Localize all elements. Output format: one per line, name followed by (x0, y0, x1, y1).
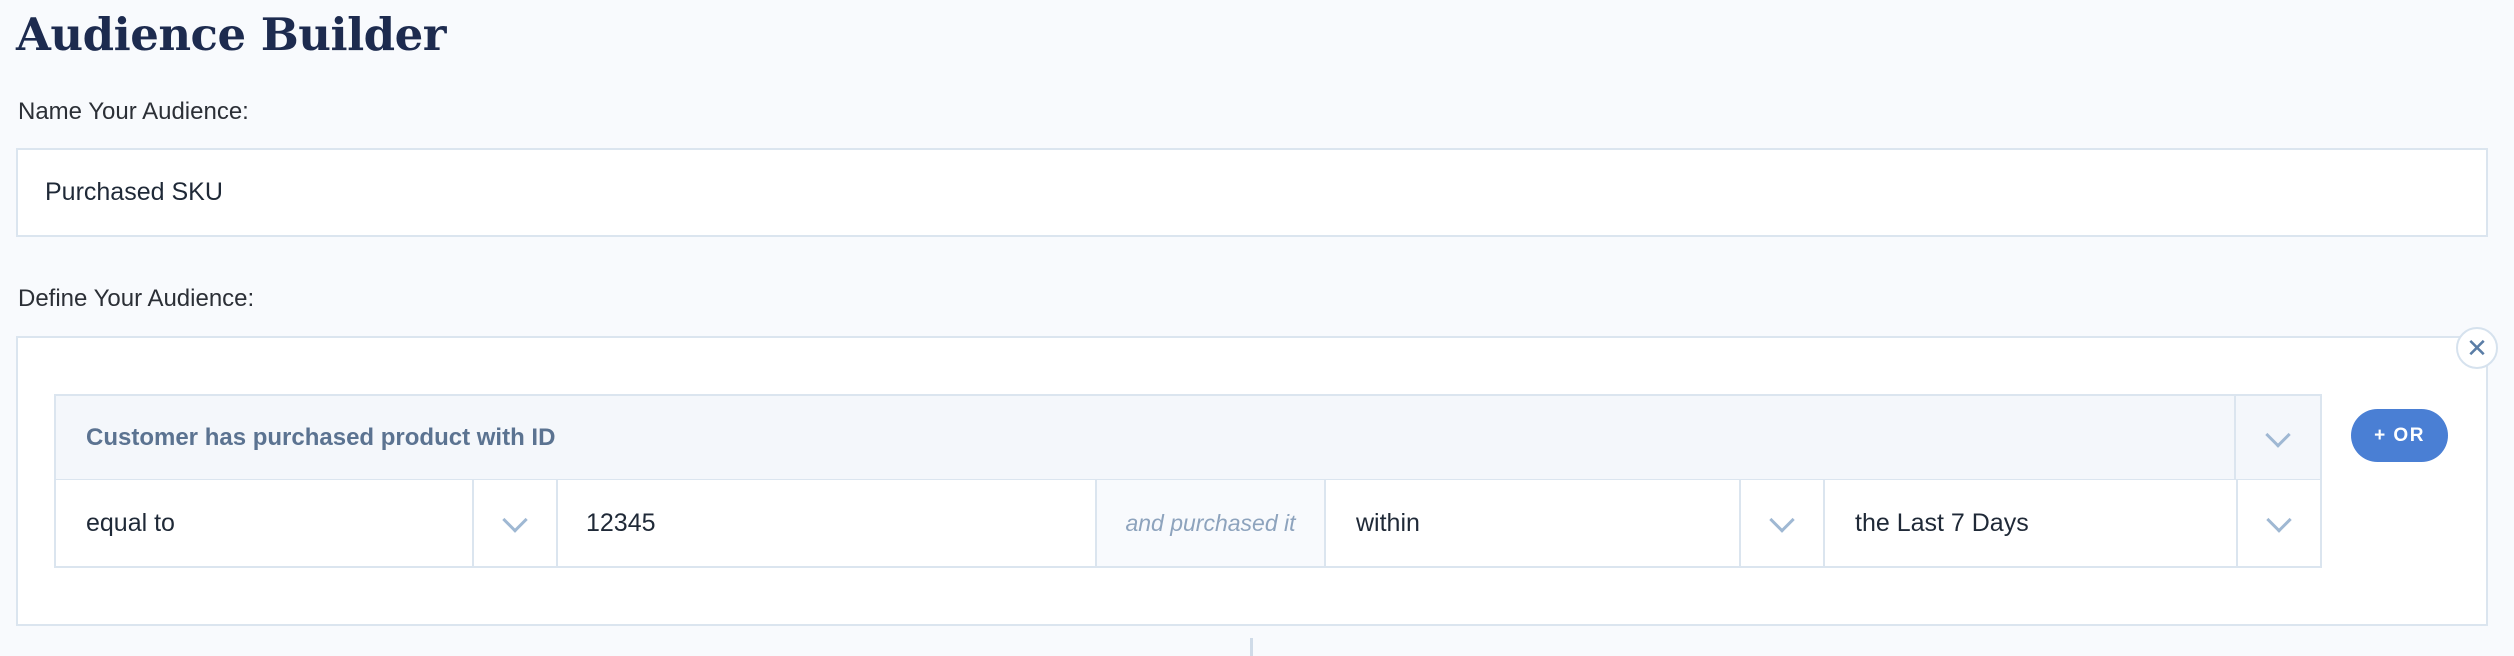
condition-dropdown-toggle[interactable] (2234, 396, 2320, 479)
chevron-down-icon (502, 507, 528, 533)
time-qualifier-dropdown-toggle[interactable] (1739, 480, 1823, 566)
connector-label: and purchased it (1125, 509, 1296, 536)
add-or-button[interactable]: + OR (2351, 409, 2448, 462)
close-icon[interactable]: ✕ (2456, 327, 2498, 369)
product-id-field[interactable] (558, 480, 1097, 566)
chevron-down-icon (1769, 507, 1795, 533)
rule-row: equal to and purchased it within the Las… (54, 480, 2322, 568)
condition-select-value: Customer has purchased product with ID (86, 424, 556, 451)
connector-line (1250, 638, 1253, 656)
connector-label-cell: and purchased it (1097, 480, 1326, 566)
product-id-input[interactable] (558, 508, 1095, 538)
page-title: Audience Builder (16, 8, 446, 61)
time-range-dropdown-toggle[interactable] (2236, 480, 2320, 566)
time-range-value: the Last 7 Days (1855, 508, 2029, 537)
chevron-down-icon (2266, 507, 2292, 533)
time-range-select[interactable]: the Last 7 Days (1825, 480, 2320, 566)
operator-select-value: equal to (86, 508, 175, 537)
name-audience-label: Name Your Audience: (18, 98, 249, 125)
time-qualifier-select[interactable]: within (1326, 480, 1825, 566)
time-qualifier-value: within (1356, 508, 1420, 537)
condition-select[interactable]: Customer has purchased product with ID (54, 394, 2322, 481)
define-audience-label: Define Your Audience: (18, 285, 255, 312)
operator-select[interactable]: equal to (56, 480, 558, 566)
operator-dropdown-toggle[interactable] (472, 480, 556, 566)
chevron-down-icon (2265, 421, 2291, 448)
audience-name-input[interactable] (16, 148, 2488, 237)
